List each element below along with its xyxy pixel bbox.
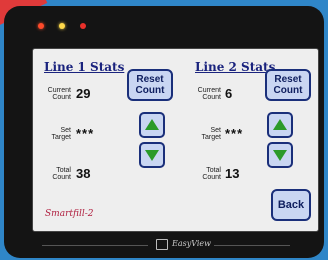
line2-total-value: 13 xyxy=(225,166,240,181)
line2-target-label: Set Target xyxy=(201,127,221,141)
line1-total-value: 38 xyxy=(76,166,91,181)
brand-label: Smartfill-2 xyxy=(45,209,94,219)
maker-label: EasyView xyxy=(172,239,212,248)
line2-increase-button[interactable] xyxy=(267,112,293,138)
line1-current-value: 29 xyxy=(76,86,91,101)
footer-divider-left xyxy=(42,245,148,246)
line1-target-label: Set Target xyxy=(51,127,71,141)
back-button[interactable]: Back xyxy=(271,189,311,221)
line1-reset-button[interactable]: Reset Count xyxy=(127,69,173,101)
line1-target-value: *** xyxy=(76,126,95,141)
line2-target-value: *** xyxy=(225,126,244,141)
line1-current-label: Current Count xyxy=(47,87,71,101)
power-led xyxy=(38,23,44,29)
line1-decrease-button[interactable] xyxy=(139,142,165,168)
easyview-logo-icon xyxy=(156,239,168,250)
line2-title: Line 2 Stats xyxy=(195,60,276,74)
touch-screen: Line 1 Stats Current Count 29 Reset Coun… xyxy=(32,48,319,232)
down-arrow-icon xyxy=(145,150,159,161)
line2-reset-button[interactable]: Reset Count xyxy=(265,69,311,101)
line2-decrease-button[interactable] xyxy=(267,142,293,168)
line2-current-label: Current Count xyxy=(197,87,221,101)
up-arrow-icon xyxy=(273,119,287,130)
hmi-bezel: Line 1 Stats Current Count 29 Reset Coun… xyxy=(4,6,324,258)
up-arrow-icon xyxy=(145,119,159,130)
footer-divider-right xyxy=(214,245,290,246)
alarm-led xyxy=(80,23,86,29)
line1-increase-button[interactable] xyxy=(139,112,165,138)
run-led xyxy=(59,23,65,29)
line1-title: Line 1 Stats xyxy=(44,60,125,74)
status-leds xyxy=(38,23,86,29)
down-arrow-icon xyxy=(273,150,287,161)
line1-total-label: Total Count xyxy=(52,167,71,181)
line2-current-value: 6 xyxy=(225,86,233,101)
line2-total-label: Total Count xyxy=(202,167,221,181)
